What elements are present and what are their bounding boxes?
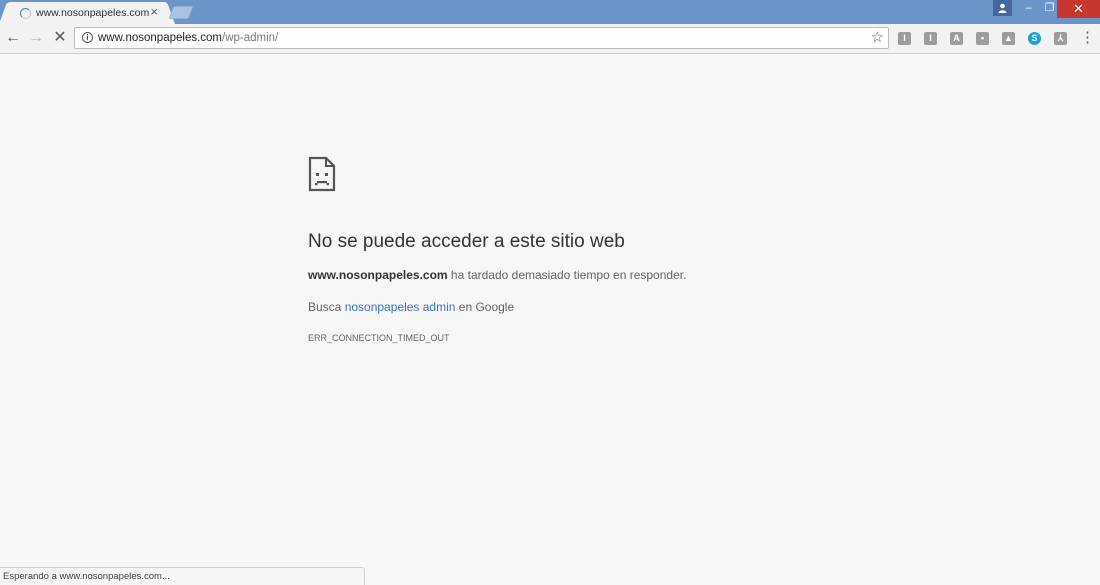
sad-page-icon (308, 156, 336, 192)
info-icon[interactable]: i (82, 32, 93, 43)
browser-toolbar: ← → ✕ i www.nosonpapeles.com/wp-admin/ ☆… (0, 24, 1100, 54)
extension-image-icon[interactable]: ▪ (976, 32, 989, 45)
error-detail: www.nosonpapeles.com ha tardado demasiad… (308, 268, 686, 282)
search-prefix: Busca (308, 300, 345, 314)
browser-window: www.nosonpapeles.com × – ❐ ✕ ← → ✕ i www… (0, 0, 1100, 585)
extension-i-box-icon-2[interactable]: I (924, 32, 937, 45)
close-window-button[interactable]: ✕ (1057, 0, 1100, 18)
extension-a-box-icon[interactable]: A (950, 32, 963, 45)
forward-button[interactable]: → (27, 29, 45, 47)
address-bar[interactable]: i www.nosonpapeles.com/wp-admin/ ☆ (74, 27, 889, 49)
extension-skype-icon[interactable]: S (1028, 32, 1041, 45)
loading-spinner-icon (20, 8, 31, 19)
search-suggestion: Busca nosonpapeles admin en Google (308, 300, 514, 314)
title-bar: www.nosonpapeles.com × – ❐ ✕ (0, 0, 1100, 24)
search-suffix: en Google (455, 300, 515, 314)
url-host: www.nosonpapeles.com (98, 32, 223, 44)
error-detail-text: ha tardado demasiado tiempo en responder… (447, 268, 687, 282)
new-tab-button[interactable] (168, 6, 194, 19)
bookmark-star-icon[interactable]: ☆ (871, 29, 884, 47)
search-link[interactable]: nosonpapeles admin (345, 300, 456, 314)
extension-drive-icon[interactable]: ▲ (1002, 32, 1015, 45)
tab-title: www.nosonpapeles.com (36, 7, 150, 19)
person-icon (998, 3, 1007, 13)
error-host: www.nosonpapeles.com (308, 268, 448, 282)
error-page: No se puede acceder a este sitio web www… (0, 54, 1100, 585)
url-text[interactable]: www.nosonpapeles.com/wp-admin/ (98, 32, 278, 44)
status-bubble: Esperando a www.nosonpapeles.com... (0, 567, 365, 585)
error-title: No se puede acceder a este sitio web (308, 231, 625, 252)
tab-close-icon[interactable]: × (150, 5, 158, 19)
chrome-menu-icon[interactable]: ⋮ (1080, 29, 1095, 47)
tab-active[interactable]: www.nosonpapeles.com × (8, 2, 166, 24)
profile-button[interactable] (993, 0, 1012, 16)
extension-pdf-icon[interactable]: ⅄ (1054, 32, 1067, 45)
error-code: ERR_CONNECTION_TIMED_OUT (308, 333, 450, 343)
url-path: /wp-admin/ (222, 32, 279, 44)
extension-i-box-icon[interactable]: I (898, 32, 911, 45)
stop-button[interactable]: ✕ (51, 29, 69, 47)
back-button[interactable]: ← (4, 29, 22, 47)
